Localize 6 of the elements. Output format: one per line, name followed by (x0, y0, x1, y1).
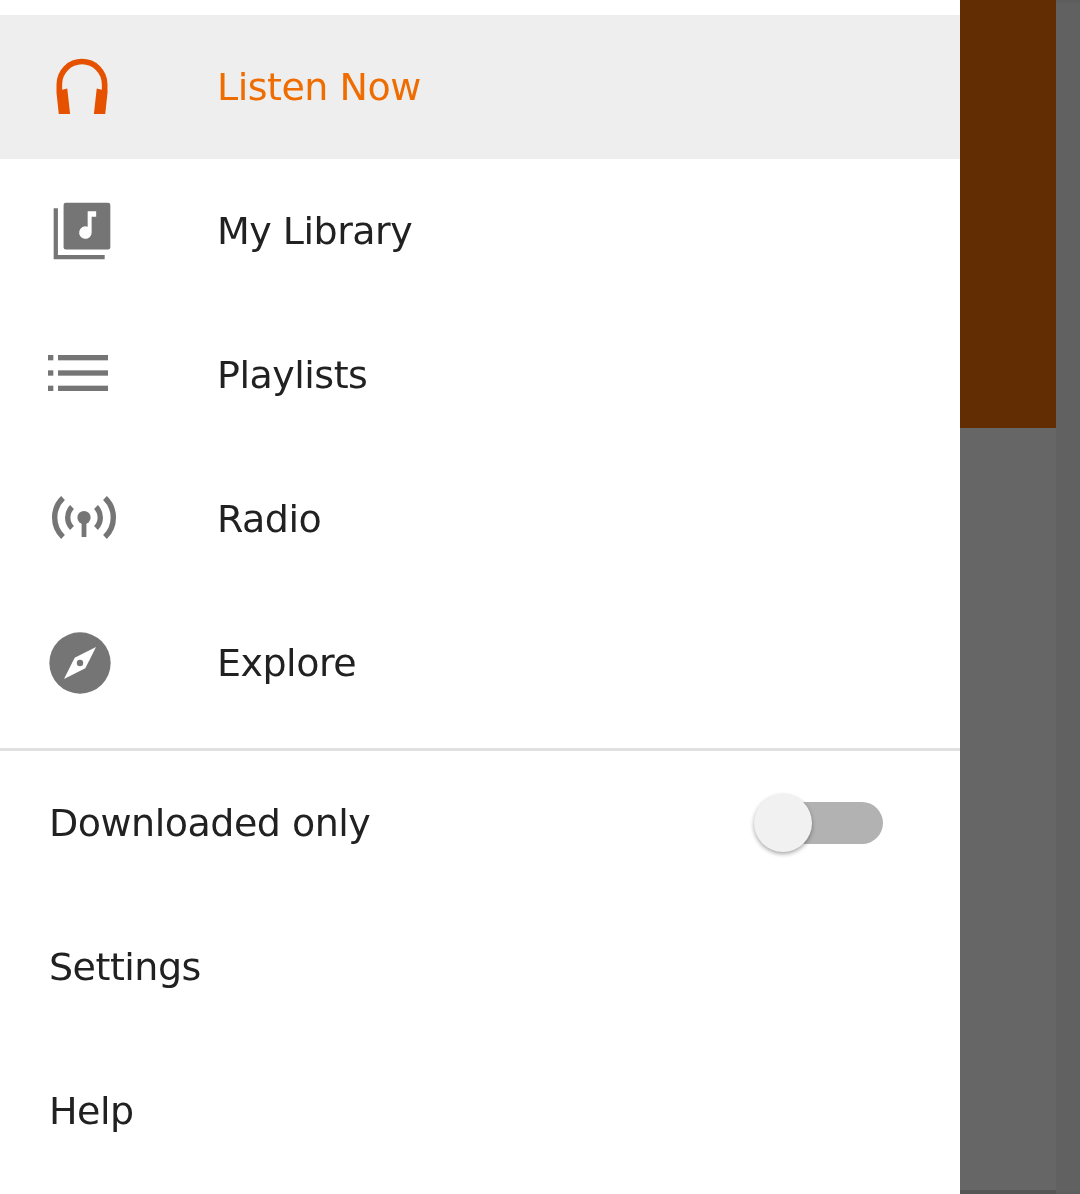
menu-link[interactable]: Settings (49, 945, 201, 989)
toggle-switch[interactable] (754, 792, 884, 854)
toggle-thumb[interactable] (754, 794, 812, 852)
compass-icon (48, 631, 112, 695)
setting-label: Downloaded only (49, 801, 371, 845)
menu-link[interactable]: Help (49, 1089, 134, 1133)
